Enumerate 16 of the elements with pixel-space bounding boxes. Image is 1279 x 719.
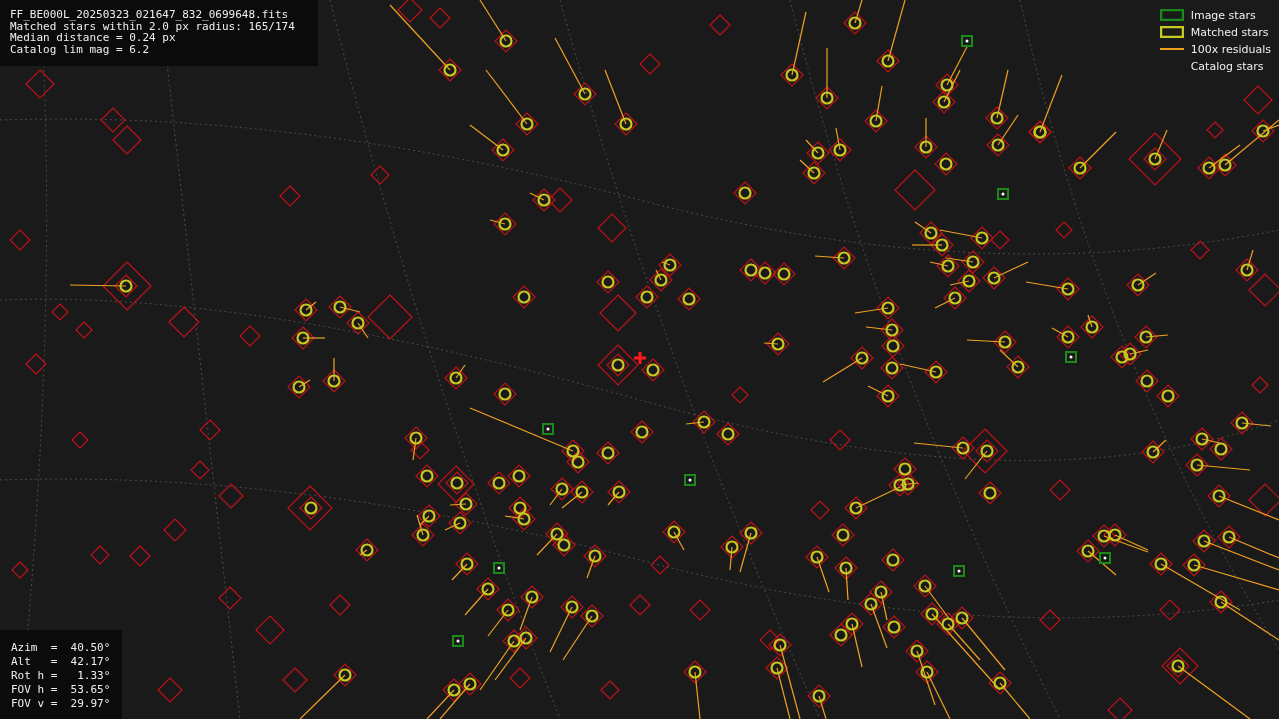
legend-label: Matched stars — [1190, 25, 1269, 39]
residual-line-icon — [1159, 48, 1184, 50]
pointing-line: Alt = 42.17° — [11, 655, 112, 669]
legend-label: 100x residuals — [1190, 42, 1271, 56]
legend-label: Image stars — [1190, 8, 1256, 22]
info-line: Median distance = 0.24 px — [10, 32, 176, 44]
pointing-line: FOV v = 29.97° — [11, 697, 112, 711]
info-line: FF_BE000L_20250323_021647_832_0699648.fits — [10, 9, 290, 21]
pointing-line: Rot h = 1.33° — [11, 669, 112, 683]
info-line: Catalog lim mag = 6.2 — [10, 43, 151, 55]
matched-star-swatch-icon — [1159, 26, 1184, 38]
pointing-line: FOV h = 53.65° — [11, 683, 112, 697]
info-line: Matched stars within 2.0 px radius: 165/174 — [10, 20, 296, 32]
legend-label: Catalog stars — [1190, 59, 1264, 73]
pointing-line: Azim = 40.50° — [11, 641, 112, 655]
image-star-swatch-icon — [1159, 9, 1184, 21]
